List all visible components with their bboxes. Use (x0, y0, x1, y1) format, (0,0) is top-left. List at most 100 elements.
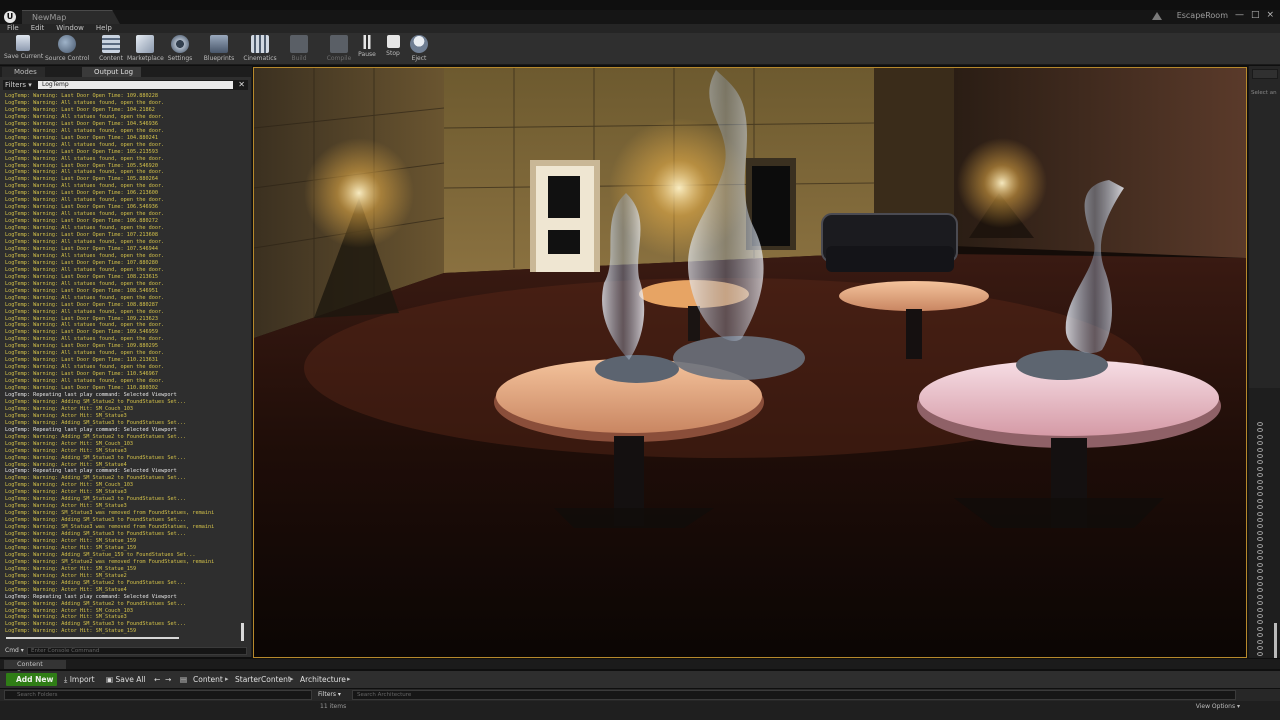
visibility-eye-icon[interactable] (1257, 652, 1263, 657)
log-line: LogTemp: Warning: Actor Hit: SM_Statue4 (5, 461, 127, 468)
import-button[interactable]: ⤓ Import (64, 673, 95, 686)
log-filter-bar: Filters ▾ LogTemp ✕ (3, 80, 248, 90)
log-line: LogTemp: Warning: Adding SM_Statue2 to F… (5, 600, 187, 607)
visibility-eye-icon[interactable] (1257, 505, 1263, 510)
details-toolbar[interactable] (1252, 69, 1278, 79)
visibility-eye-icon[interactable] (1257, 492, 1263, 497)
view-options-button[interactable]: View Options ▾ (1196, 703, 1240, 710)
history-back-button[interactable]: ← (154, 673, 160, 686)
filters-dropdown[interactable]: Filters ▾ (5, 80, 32, 90)
visibility-eye-icon[interactable] (1257, 646, 1263, 650)
log-line: LogTemp: Warning: All statues found, ope… (5, 99, 165, 106)
source-control-button[interactable]: Source Control (45, 35, 89, 63)
visibility-eye-icon[interactable] (1257, 434, 1263, 439)
breadcrumb-startercontent[interactable]: StarterContent (235, 673, 291, 686)
marketplace-button[interactable]: Marketplace (127, 35, 164, 63)
add-new-button[interactable]: Add New ▾ (6, 673, 57, 697)
breadcrumb-separator-icon[interactable]: ▸ (290, 673, 294, 686)
visibility-eye-icon[interactable] (1257, 537, 1263, 542)
menu-edit[interactable]: Edit (31, 24, 45, 33)
blueprints-button[interactable]: Blueprints (203, 35, 235, 63)
log-line: LogTemp: Warning: All statues found, ope… (5, 197, 165, 204)
visibility-eye-icon[interactable] (1257, 466, 1263, 471)
left-dock-tabs: Modes Output Log (0, 66, 252, 77)
search-folders-input[interactable]: Search Folders (4, 690, 312, 700)
close-button[interactable]: × (1266, 10, 1274, 20)
tab-modes[interactable]: Modes (2, 67, 45, 77)
visibility-eye-icon[interactable] (1257, 550, 1263, 554)
compile-button[interactable]: Compile (324, 35, 354, 63)
log-filter-input[interactable]: LogTemp (38, 81, 233, 89)
menu-help[interactable]: Help (96, 24, 112, 33)
visibility-eye-icon[interactable] (1257, 639, 1263, 644)
stop-button[interactable]: Stop (382, 35, 404, 63)
log-vertical-scrollbar[interactable] (241, 623, 244, 641)
log-line: LogTemp: Repeating last play command: Se… (5, 468, 177, 475)
visibility-eye-icon[interactable] (1257, 626, 1263, 631)
visibility-eye-icon[interactable] (1257, 428, 1263, 433)
visibility-eye-icon[interactable] (1257, 601, 1263, 606)
menu-file[interactable]: File (7, 24, 19, 33)
build-icon (290, 35, 308, 53)
asset-filters-dropdown[interactable]: Filters ▾ (318, 690, 341, 700)
visibility-eye-icon[interactable] (1257, 575, 1263, 580)
log-list[interactable]: LogTemp: Warning: Last Door Open Time: 1… (5, 93, 243, 638)
log-line: LogTemp: Warning: Last Door Open Time: 1… (5, 176, 159, 183)
visibility-eye-icon[interactable] (1257, 498, 1263, 503)
visibility-eye-icon[interactable] (1257, 620, 1263, 625)
visibility-eye-icon[interactable] (1257, 486, 1263, 490)
visibility-eye-icon[interactable] (1257, 441, 1263, 446)
visibility-eye-icon[interactable] (1257, 530, 1263, 535)
minimize-button[interactable]: — (1235, 10, 1244, 20)
log-line: LogTemp: Warning: Actor Hit: SM_Statue3 (5, 447, 127, 454)
visibility-eye-icon[interactable] (1257, 607, 1263, 612)
cmd-dropdown[interactable]: Cmd ▾ (5, 646, 24, 655)
outliner-scrollbar[interactable] (1274, 623, 1277, 658)
tab-output-log[interactable]: Output Log (82, 67, 142, 77)
save-all-button[interactable]: ▣ Save All (106, 673, 146, 686)
visibility-eye-icon[interactable] (1257, 614, 1263, 618)
history-forward-button[interactable]: → (165, 673, 171, 686)
log-line: LogTemp: Warning: SM_Statue3 was removed… (5, 510, 215, 517)
breadcrumb-separator-icon[interactable]: ▸ (225, 673, 229, 686)
breadcrumb-separator-icon[interactable]: ▸ (347, 673, 351, 686)
cinematics-button[interactable]: Cinematics (243, 35, 277, 63)
eject-button[interactable]: Eject (408, 35, 430, 63)
visibility-eye-icon[interactable] (1257, 588, 1263, 593)
visibility-eye-icon[interactable] (1257, 518, 1263, 522)
visibility-eye-icon[interactable] (1257, 511, 1263, 516)
breadcrumb-content[interactable]: Content (193, 673, 223, 686)
console-command-input[interactable]: Enter Console Command (27, 647, 247, 655)
build-button[interactable]: Build (287, 35, 311, 63)
menu-window[interactable]: Window (56, 24, 84, 33)
folder-icon: ▤ (180, 675, 188, 684)
visibility-eye-icon[interactable] (1257, 556, 1263, 561)
visibility-eye-icon[interactable] (1257, 594, 1263, 599)
level-tab[interactable]: NewMap (22, 10, 120, 24)
visibility-eye-icon[interactable] (1257, 543, 1263, 548)
source-control-icon (58, 35, 76, 53)
visibility-eye-icon[interactable] (1257, 633, 1263, 638)
visibility-eye-icon[interactable] (1257, 524, 1263, 529)
tab-content-browser[interactable]: Content Browser (4, 660, 66, 677)
visibility-eye-icon[interactable] (1257, 454, 1263, 458)
breadcrumb-architecture[interactable]: Architecture (300, 673, 346, 686)
save-current-button[interactable]: Save Current (4, 35, 43, 63)
visibility-eye-icon[interactable] (1257, 473, 1263, 478)
visibility-eye-icon[interactable] (1257, 479, 1263, 484)
visibility-eye-icon[interactable] (1257, 422, 1263, 426)
visibility-eye-icon[interactable] (1257, 562, 1263, 567)
content-button[interactable]: Content (96, 35, 126, 63)
window-controls: — □ × (1235, 10, 1274, 20)
maximize-button[interactable]: □ (1251, 10, 1260, 20)
visibility-eye-icon[interactable] (1257, 569, 1263, 574)
search-assets-input[interactable]: Search Architecture (352, 690, 1236, 700)
visibility-eye-icon[interactable] (1257, 460, 1263, 465)
clear-filter-icon[interactable]: ✕ (238, 80, 245, 90)
pause-button[interactable]: Pause (356, 35, 378, 63)
visibility-eye-icon[interactable] (1257, 582, 1263, 586)
settings-button[interactable]: Settings (166, 35, 194, 63)
visibility-eye-icon[interactable] (1257, 447, 1263, 452)
level-viewport[interactable] (253, 67, 1247, 658)
log-horizontal-scrollbar[interactable] (6, 637, 179, 639)
